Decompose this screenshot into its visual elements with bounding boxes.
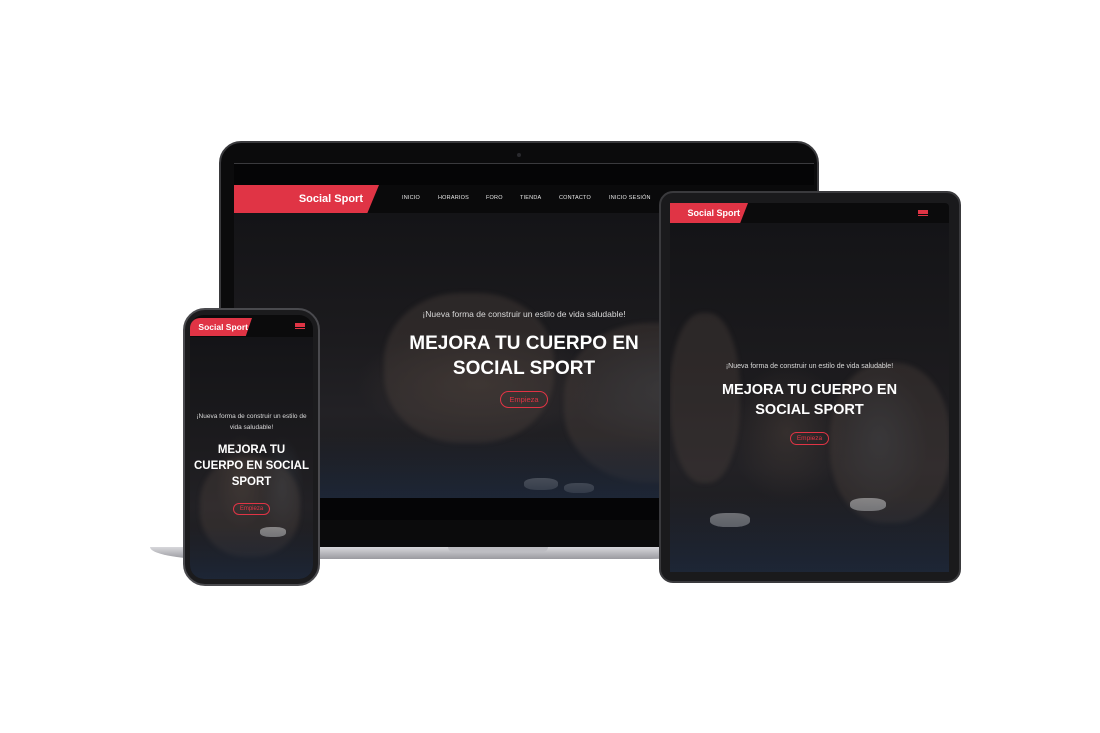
hero-headline: MEJORA TU CUERPO EN SOCIAL SPORT <box>409 333 639 379</box>
hero-content: ¡Nueva forma de construir un estilo de v… <box>190 411 313 515</box>
gym-floor <box>670 495 949 572</box>
nav-link-inicio-sesion[interactable]: INICIO SESIÓN <box>609 195 651 201</box>
hero-content: ¡Nueva forma de construir un estilo de v… <box>670 363 949 445</box>
hero-section: ¡Nueva forma de construir un estilo de v… <box>670 223 949 572</box>
hamburger-menu-icon[interactable] <box>918 210 928 216</box>
hero-headline: MEJORA TU CUERPO EN SOCIAL SPORT <box>194 444 310 488</box>
brand-logo[interactable]: Social Sport <box>234 185 379 213</box>
brand-logo[interactable]: Social Sport <box>190 318 252 336</box>
nav-link-foro[interactable]: FORO <box>486 195 503 201</box>
hamburger-menu-icon[interactable] <box>295 323 305 329</box>
laptop-notch <box>448 547 548 552</box>
nav-link-inicio[interactable]: INICIO <box>402 195 420 201</box>
nav-link-tienda[interactable]: TIENDA <box>520 195 541 201</box>
hero-section: ¡Nueva forma de construir un estilo de v… <box>190 337 313 579</box>
nav-link-horarios[interactable]: HORARIOS <box>438 195 469 201</box>
cta-button[interactable]: Empieza <box>789 432 830 445</box>
nav-link-contacto[interactable]: CONTACTO <box>559 195 591 201</box>
cta-button[interactable]: Empieza <box>232 503 271 515</box>
hero-headline: MEJORA TU CUERPO EN SOCIAL SPORT <box>721 382 898 418</box>
cta-button[interactable]: Empieza <box>500 391 548 408</box>
brand-logo[interactable]: Social Sport <box>670 203 748 223</box>
camera-icon <box>517 153 521 157</box>
hero-tagline: ¡Nueva forma de construir un estilo de v… <box>196 413 307 431</box>
gym-floor <box>190 525 313 579</box>
hero-tagline: ¡Nueva forma de construir un estilo de v… <box>725 363 894 370</box>
